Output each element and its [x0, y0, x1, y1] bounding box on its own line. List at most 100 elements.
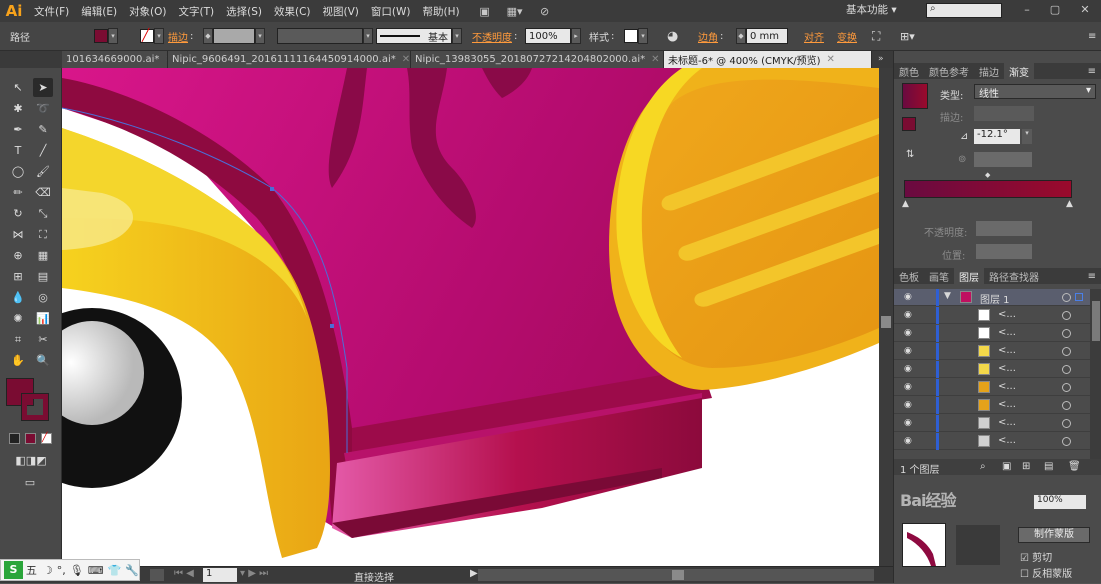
doc-tab-2[interactable]: Nipic_9606491_20161111164450914000.ai* ✕	[168, 51, 411, 68]
align-link[interactable]: 对齐	[804, 29, 824, 44]
menu-window[interactable]: 窗口(W)	[365, 4, 417, 19]
pencil-tool-icon[interactable]: ✏	[8, 183, 28, 202]
perspective-grid-tool-icon[interactable]: ▦	[33, 246, 53, 265]
fill-dropdown-icon[interactable]: ▾	[108, 28, 118, 44]
opacity-field[interactable]: 100%	[525, 28, 571, 44]
layer-target-icon[interactable]	[1062, 383, 1071, 392]
layer-row-main[interactable]: ◉ ▼ 图层 1	[894, 289, 1090, 306]
gradient-preview-swatch[interactable]	[902, 83, 928, 109]
ime-moon-icon[interactable]: ☽	[43, 564, 53, 577]
variable-width-field[interactable]	[277, 28, 363, 44]
stop-opacity-field[interactable]	[976, 221, 1032, 236]
direct-selection-tool-icon[interactable]: ↖	[8, 78, 28, 97]
curvature-tool-icon[interactable]: ✎	[33, 120, 53, 139]
stroke-weight-stepper[interactable]: ◆	[203, 28, 213, 44]
workspace-switcher[interactable]: 基本功能 ▾	[846, 2, 897, 17]
zoom-tool-icon[interactable]: 🔍	[33, 351, 53, 370]
layer-row[interactable]: ◉ <...	[894, 415, 1090, 432]
layer-row[interactable]: ◉ <...	[894, 307, 1090, 324]
tab-color[interactable]: 颜色	[894, 63, 924, 79]
eye-icon[interactable]: ◉	[904, 400, 916, 410]
line-tool-icon[interactable]: ╱	[33, 141, 53, 160]
artboard-canvas[interactable]	[62, 68, 879, 566]
opacity-label[interactable]: 不透明度	[472, 29, 512, 44]
clipping-mask-icon[interactable]: ▣	[1002, 461, 1011, 472]
eye-icon[interactable]: ◉	[904, 328, 916, 338]
stroke-swatch[interactable]: ╱ ▾	[140, 28, 164, 44]
layer-target-icon[interactable]	[1062, 419, 1071, 428]
delete-layer-icon[interactable]: 🗑	[1068, 461, 1081, 472]
minimize-button[interactable]: –	[1020, 3, 1034, 17]
column-graph-tool-icon[interactable]: 📊	[33, 309, 53, 328]
isolate-icon[interactable]: ⛶	[872, 28, 880, 44]
free-transform-tool-icon[interactable]: ⛶	[33, 225, 53, 244]
reverse-gradient-icon[interactable]: ⇅	[906, 149, 914, 160]
maximize-button[interactable]: ▢	[1048, 3, 1062, 17]
layer-target-icon[interactable]	[1062, 311, 1071, 320]
menu-effect[interactable]: 效果(C)	[268, 4, 317, 19]
horizontal-scroll-thumb[interactable]	[672, 570, 684, 580]
gradient-tool-icon[interactable]: ▤	[33, 267, 53, 286]
shape-builder-tool-icon[interactable]: ⊕	[8, 246, 28, 265]
transform-link[interactable]: 变换	[837, 29, 857, 44]
magic-wand-tool-icon[interactable]: ✱	[8, 99, 28, 118]
expand-triangle-icon[interactable]: ▼	[944, 291, 951, 301]
angle-field[interactable]: -12.1°	[974, 129, 1020, 144]
layer-row[interactable]: ◉ <...	[894, 361, 1090, 378]
eye-icon[interactable]: ◉	[904, 418, 916, 428]
ime-tools-icon[interactable]: 🔧	[125, 564, 139, 577]
symbol-sprayer-tool-icon[interactable]: ✺	[8, 309, 28, 328]
width-tool-icon[interactable]: ⋈	[8, 225, 28, 244]
layer-target-icon[interactable]	[1062, 365, 1071, 374]
layer-target-icon[interactable]	[1062, 293, 1071, 302]
layers-scroll-thumb[interactable]	[1092, 301, 1100, 341]
locate-object-icon[interactable]: ⌕	[980, 461, 986, 472]
menu-object[interactable]: 对象(O)	[123, 4, 172, 19]
eye-icon[interactable]: ◉	[904, 382, 916, 392]
stroke-dropdown-icon[interactable]: ▾	[154, 28, 164, 44]
draw-mode-icons[interactable]: ◧◨◩	[5, 451, 57, 470]
options-icon[interactable]: ⊞▾	[900, 28, 915, 44]
screen-mode-icon[interactable]: ▭	[18, 473, 42, 492]
pen-tool-icon[interactable]: ✒	[8, 120, 28, 139]
next-page-icon[interactable]: ▾ ▶ ⏭	[240, 568, 268, 579]
stroke-weight-field[interactable]	[213, 28, 255, 44]
slice-tool-icon[interactable]: ✂	[33, 330, 53, 349]
fill-color-swatch[interactable]	[94, 29, 108, 43]
bridge-icon[interactable]: ▣	[474, 3, 496, 19]
stroke-label[interactable]: 描边	[168, 29, 188, 44]
eye-icon[interactable]: ◉	[904, 346, 916, 356]
layer-target-icon[interactable]	[1062, 401, 1071, 410]
layer-row[interactable]: ◉ <...	[894, 379, 1090, 396]
variable-width-dropdown-icon[interactable]: ▾	[363, 28, 373, 44]
zoom-dropdown[interactable]	[150, 569, 164, 581]
style-dropdown-icon[interactable]: ▾	[638, 28, 648, 44]
paintbrush-tool-icon[interactable]: 🖌	[33, 162, 53, 181]
tab-swatches[interactable]: 色板	[894, 268, 924, 284]
gradient-stop-right[interactable]: ▲	[1066, 199, 1073, 209]
ime-skin-icon[interactable]: 👕	[108, 564, 122, 577]
stroke-none-swatch[interactable]: ╱	[140, 28, 154, 43]
ellipse-tool-icon[interactable]: ◯	[8, 162, 28, 181]
lasso-tool-icon[interactable]: ➰	[33, 99, 53, 118]
brush-dropdown-icon[interactable]: ▾	[452, 28, 462, 44]
panel-menu-icon[interactable]: ≡	[1088, 66, 1101, 77]
gradient-stop-left[interactable]: ▲	[902, 199, 909, 209]
layer-row[interactable]: ◉ <...	[894, 343, 1090, 360]
tab-brushes[interactable]: 画笔	[924, 268, 954, 284]
search-input[interactable]	[926, 3, 1002, 18]
close-button[interactable]: ✕	[1078, 3, 1092, 17]
angle-dropdown-icon[interactable]: ▾	[1022, 129, 1032, 144]
aspect-ratio-field[interactable]	[974, 152, 1032, 167]
graphic-style-swatch[interactable]	[624, 29, 638, 43]
tab-stroke[interactable]: 描边	[974, 63, 1004, 79]
panel-menu-icon[interactable]: ≡	[1088, 28, 1096, 44]
layer-target-icon[interactable]	[1062, 437, 1071, 446]
eye-icon[interactable]: ◉	[904, 292, 916, 302]
layer-target-icon[interactable]	[1062, 329, 1071, 338]
menu-select[interactable]: 选择(S)	[220, 4, 268, 19]
invert-mask-checkbox[interactable]: ☐ 反相蒙版	[1020, 565, 1072, 580]
menu-view[interactable]: 视图(V)	[317, 4, 365, 19]
layer-row[interactable]: ◉ <...	[894, 325, 1090, 342]
scrollbar-thumb[interactable]	[881, 316, 891, 328]
